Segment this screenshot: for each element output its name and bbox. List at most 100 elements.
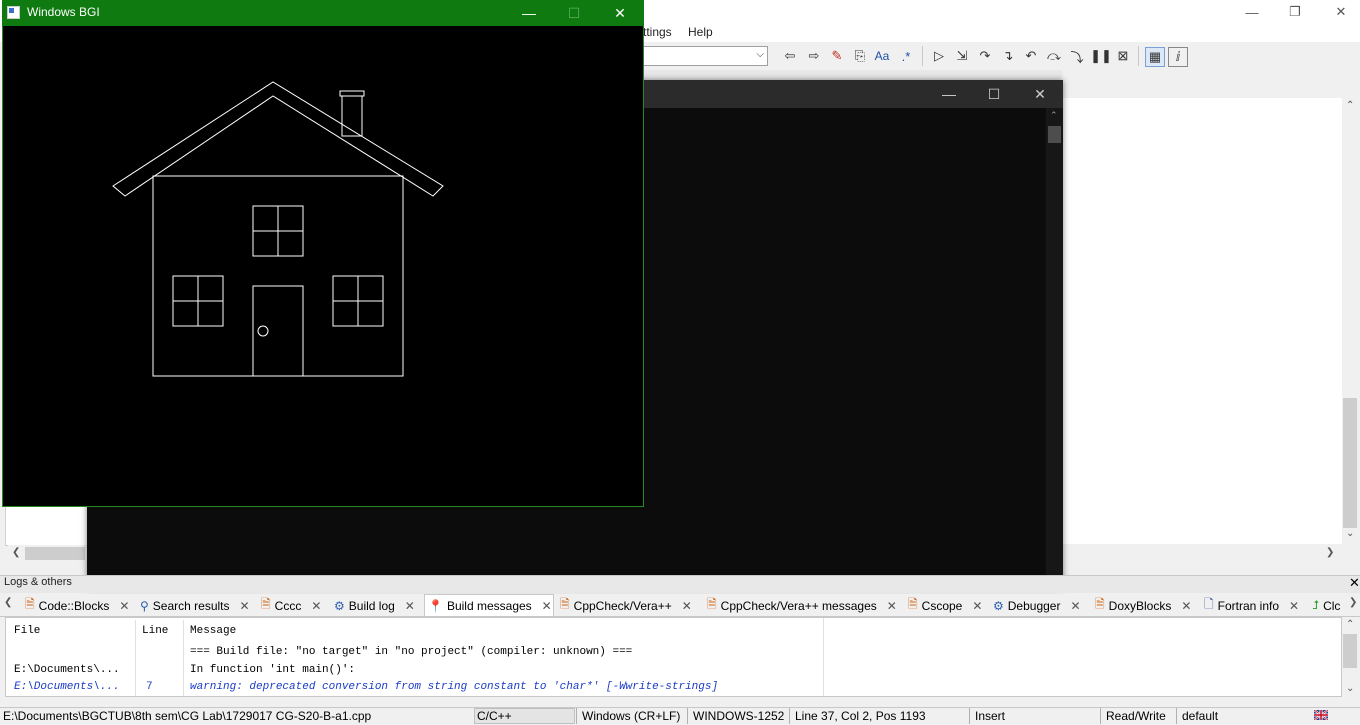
close-icon[interactable]: ✕	[887, 599, 897, 613]
debug-windows-icon[interactable]: ▦	[1145, 47, 1165, 67]
column-divider	[135, 620, 136, 696]
scroll-right-icon[interactable]: ❯	[1326, 547, 1334, 558]
door-knob	[257, 325, 269, 337]
tab-search-results[interactable]: ⚲ Search results ✕	[137, 596, 253, 615]
console-close-button[interactable]: ✕	[1017, 80, 1063, 108]
editor-vertical-scroll-thumb[interactable]	[1343, 398, 1357, 528]
editor-horizontal-scroll-thumb[interactable]	[25, 547, 85, 560]
console-scroll-thumb[interactable]	[1048, 126, 1061, 143]
bgi-close-button[interactable]: ✕	[597, 0, 643, 26]
tab-build-messages[interactable]: 📍 Build messages ✕	[424, 594, 554, 616]
scroll-up-icon[interactable]: ⌃	[1346, 100, 1354, 111]
console-scrollbar[interactable]: ⌃ ⌄	[1046, 108, 1063, 589]
page-icon: 🗎	[908, 597, 918, 611]
scroll-down-icon[interactable]: ⌄	[1346, 683, 1354, 694]
page-icon: 🗎	[707, 597, 717, 611]
close-icon[interactable]: ✕	[1070, 599, 1080, 613]
close-icon[interactable]: ✕	[311, 599, 321, 613]
next-line-icon[interactable]: ↷	[976, 47, 994, 65]
row-line: 7	[146, 681, 153, 693]
next-instruction-icon[interactable]: ⤼	[1045, 47, 1063, 65]
uk-flag-icon	[1314, 710, 1328, 720]
debug-run-icon[interactable]: ▷	[930, 47, 948, 65]
match-case-icon[interactable]: Aa	[873, 47, 891, 65]
tab-label: Build log	[348, 598, 395, 613]
bgi-maximize-button[interactable]: ☐	[551, 0, 597, 26]
console-maximize-button[interactable]: ☐	[971, 80, 1017, 108]
column-header-line[interactable]: Line	[142, 625, 168, 637]
chimney-cap	[339, 90, 365, 97]
tab-label: Cscope	[921, 598, 963, 613]
console-minimize-button[interactable]: —	[926, 80, 972, 108]
column-header-file[interactable]: File	[14, 625, 40, 637]
tab-codeblocks[interactable]: 🗎 Code::Blocks ✕	[22, 596, 132, 615]
scroll-up-icon[interactable]: ⌃	[1346, 619, 1354, 630]
scroll-left-icon[interactable]: ❮	[12, 547, 20, 558]
status-language[interactable]: C/C++	[477, 709, 512, 723]
tab-label: Build messages	[446, 598, 532, 613]
row-file: E:\Documents\...	[14, 681, 120, 693]
close-icon[interactable]: ✕	[405, 599, 415, 613]
scroll-up-icon[interactable]: ⌃	[1050, 110, 1058, 121]
status-encoding[interactable]: WINDOWS-1252	[693, 709, 784, 723]
tab-build-log[interactable]: ⚙ Build log ✕	[331, 596, 418, 615]
tab-scroll-left-icon[interactable]: ❮	[4, 597, 12, 608]
replace-icon[interactable]: ⎘	[851, 47, 869, 65]
bgi-minimize-button[interactable]: —	[506, 0, 552, 26]
close-icon[interactable]: ✕	[682, 599, 692, 613]
run-to-cursor-icon[interactable]: ⇲	[953, 47, 971, 65]
menu-settings[interactable]: ttings	[643, 25, 672, 39]
page-icon: 🗎	[560, 597, 570, 611]
status-separator	[687, 708, 688, 724]
jump-back-icon[interactable]: ⇦	[781, 47, 799, 65]
window-icon-accent	[9, 8, 14, 13]
close-icon[interactable]: ✕	[1289, 599, 1299, 613]
tab-cccc[interactable]: 🗎 Cccc ✕	[258, 596, 324, 615]
roof	[112, 81, 444, 197]
tab-doxyblocks[interactable]: 🗎 DoxyBlocks ✕	[1092, 596, 1194, 615]
document-icon: 🗋	[1204, 597, 1214, 611]
messages-scroll-thumb[interactable]	[1343, 634, 1357, 668]
regex-icon[interactable]: .*	[897, 47, 915, 65]
stop-icon[interactable]: ⊠	[1114, 47, 1132, 65]
pause-icon[interactable]: ❚❚	[1090, 47, 1112, 65]
codeblocks-close-button[interactable]: ✕	[1318, 0, 1360, 24]
tab-debugger[interactable]: ⚙ Debugger ✕	[990, 596, 1084, 615]
row-file: E:\Documents\...	[14, 664, 120, 676]
info-icon[interactable]: ⅈ	[1168, 47, 1188, 67]
close-icon[interactable]: ✕	[1181, 599, 1191, 613]
status-line-endings[interactable]: Windows (CR+LF)	[582, 709, 680, 723]
step-into-icon[interactable]: ↴	[999, 47, 1017, 65]
status-mode[interactable]: Insert	[975, 709, 1005, 723]
logs-close-button[interactable]: ✕	[1349, 575, 1360, 591]
tab-cppcheck-vera-messages[interactable]: 🗎 CppCheck/Vera++ messages ✕	[704, 596, 900, 615]
toolbar-combo[interactable]: ⌵	[630, 46, 768, 66]
status-position: Line 37, Col 2, Pos 1193	[795, 709, 926, 723]
menu-help[interactable]: Help	[688, 25, 713, 39]
tab-cscope[interactable]: 🗎 Cscope ✕	[905, 596, 985, 615]
tab-fortran-info[interactable]: 🗋 Fortran info ✕	[1201, 596, 1302, 615]
step-out-icon[interactable]: ↶	[1022, 47, 1040, 65]
bgi-window-title: Windows BGI	[27, 5, 100, 19]
status-profile: default	[1182, 709, 1219, 723]
tab-clc[interactable]: ⮥ Clc	[1309, 596, 1347, 615]
row-message: === Build file: "no target" in "no proje…	[190, 646, 633, 658]
column-header-message[interactable]: Message	[190, 625, 236, 637]
status-separator	[1176, 708, 1177, 724]
close-icon[interactable]: ✕	[542, 599, 552, 613]
tab-label: Fortran info	[1217, 598, 1280, 613]
codeblocks-minimize-button[interactable]: —	[1229, 0, 1275, 24]
tab-label: Code::Blocks	[38, 598, 110, 613]
scroll-down-icon[interactable]: ⌄	[1346, 528, 1354, 539]
editor-pane[interactable]	[1062, 98, 1343, 544]
tab-scroll-right-icon[interactable]: ❯	[1349, 597, 1357, 608]
close-icon[interactable]: ✕	[119, 599, 129, 613]
tab-cppcheck-vera[interactable]: 🗎 CppCheck/Vera++ ✕	[557, 596, 695, 615]
step-instruction-icon[interactable]: ⤵	[1068, 47, 1086, 65]
highlight-icon[interactable]: ✎	[828, 47, 846, 65]
jump-forward-icon[interactable]: ⇨	[805, 47, 823, 65]
codeblocks-restore-button[interactable]: ❐	[1272, 0, 1318, 24]
close-icon[interactable]: ✕	[240, 599, 250, 613]
editor-tab-strip	[640, 70, 1062, 80]
close-icon[interactable]: ✕	[972, 599, 982, 613]
